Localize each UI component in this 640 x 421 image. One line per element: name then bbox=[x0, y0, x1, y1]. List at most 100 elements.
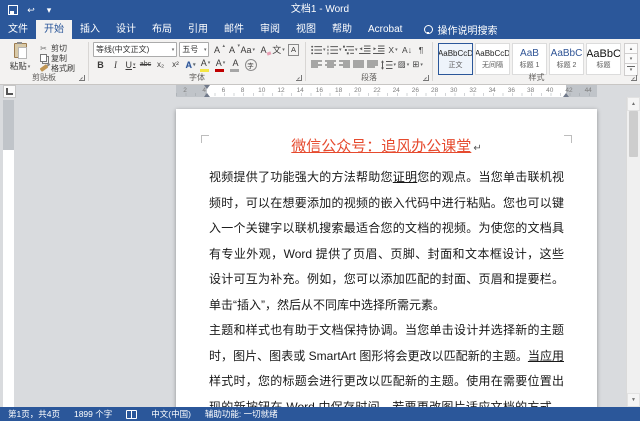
sort-button[interactable]: A↓ bbox=[401, 43, 414, 57]
style-item-正文[interactable]: AaBbCcD正文 bbox=[438, 43, 473, 75]
ruler-number: 10 bbox=[256, 87, 268, 94]
tab-设计[interactable]: 设计 bbox=[108, 20, 144, 39]
bold-button[interactable]: B bbox=[94, 58, 108, 72]
tab-开始[interactable]: 开始 bbox=[36, 20, 72, 39]
text-effects-button[interactable]: A bbox=[184, 58, 198, 72]
document-page[interactable]: 微信公众号：追风办公课堂↵ 视频提供了功能强大的方法帮助您证明您的观点。当您单击… bbox=[176, 109, 597, 407]
style-preview: AaBbC bbox=[586, 49, 621, 59]
tab-引用[interactable]: 引用 bbox=[180, 20, 216, 39]
ruler-number: 18 bbox=[333, 87, 345, 94]
subscript-button[interactable]: x₂ bbox=[154, 58, 168, 72]
align-right-button[interactable] bbox=[339, 58, 352, 72]
clear-formatting-button[interactable]: A bbox=[257, 43, 271, 57]
style-name: 标题 2 bbox=[557, 60, 577, 70]
scroll-down-button[interactable]: ▼ bbox=[627, 393, 640, 407]
strikethrough-button[interactable]: abc bbox=[139, 58, 153, 72]
character-shading-button[interactable]: A bbox=[229, 56, 243, 73]
horizontal-ruler[interactable]: 2468101214161820222426283032343638404244 bbox=[176, 85, 597, 97]
scroll-up-button[interactable]: ▲ bbox=[627, 97, 640, 111]
text-highlight-button[interactable]: A bbox=[199, 56, 213, 73]
ruler-number: 34 bbox=[486, 87, 498, 94]
font-color-button[interactable]: A bbox=[214, 56, 228, 73]
format-painter-button[interactable]: 格式刷 bbox=[37, 63, 77, 73]
clipboard-dialog-launcher[interactable] bbox=[79, 75, 85, 81]
vertical-ruler[interactable] bbox=[3, 100, 14, 407]
cut-button[interactable]: ✂剪切 bbox=[37, 43, 77, 53]
tab-帮助[interactable]: 帮助 bbox=[324, 20, 360, 39]
superscript-button[interactable]: x² bbox=[169, 58, 183, 72]
change-case-button[interactable]: Aa bbox=[240, 43, 256, 57]
enclose-characters-button[interactable]: 字 bbox=[244, 58, 258, 72]
qat-customize-button[interactable]: ▾ bbox=[44, 4, 54, 16]
borders-button[interactable]: ⊞ bbox=[411, 58, 424, 72]
style-item-标题[interactable]: AaBbC标题 bbox=[586, 43, 621, 75]
distribute-button[interactable] bbox=[367, 58, 380, 72]
styles-dialog-launcher[interactable] bbox=[631, 75, 637, 81]
ruler-number: 8 bbox=[237, 87, 249, 94]
phonetic-guide-button[interactable]: 文 bbox=[272, 43, 286, 57]
font-dialog-launcher[interactable] bbox=[296, 75, 302, 81]
proofing-icon[interactable] bbox=[126, 410, 137, 419]
word-count[interactable]: 1899 个字 bbox=[74, 408, 112, 420]
ribbon-tab-bar: 文件开始插入设计布局引用邮件审阅视图帮助Acrobat 操作说明搜索 bbox=[0, 20, 640, 39]
vertical-ruler-text-zone bbox=[3, 150, 14, 407]
status-bar: 第1页，共4页 1899 个字 中文(中国) 辅助功能: 一切就绪 bbox=[0, 407, 640, 421]
ruler-number: 26 bbox=[409, 87, 421, 94]
undo-button[interactable]: ↩ bbox=[26, 4, 36, 16]
tab-视图[interactable]: 视图 bbox=[288, 20, 324, 39]
vertical-scrollbar[interactable]: ▲ ▼ bbox=[626, 97, 640, 407]
tab-插入[interactable]: 插入 bbox=[72, 20, 108, 39]
font-size-combo[interactable]: 五号 bbox=[179, 42, 209, 57]
increase-indent-button[interactable] bbox=[373, 43, 386, 57]
accessibility-status[interactable]: 辅助功能: 一切就绪 bbox=[205, 408, 278, 420]
ruler-number: 32 bbox=[467, 87, 479, 94]
crop-mark-icon bbox=[564, 135, 572, 143]
multilevel-list-button[interactable] bbox=[343, 43, 358, 57]
font-name-combo[interactable]: 等线(中文正文) bbox=[93, 42, 177, 57]
character-border-button[interactable]: A bbox=[287, 43, 301, 57]
paragraph-dialog-launcher[interactable] bbox=[423, 75, 429, 81]
scrollbar-thumb[interactable] bbox=[629, 111, 638, 157]
tab-审阅[interactable]: 审阅 bbox=[252, 20, 288, 39]
grow-font-button[interactable]: A bbox=[210, 43, 224, 57]
styles-gallery: AaBbCcD正文AaBbCcD无间隔AaB标题 1AaBbC标题 2AaBbC… bbox=[438, 43, 623, 75]
tab-邮件[interactable]: 邮件 bbox=[216, 20, 252, 39]
ribbon: 粘贴 ✂剪切 复制 格式刷 剪贴板 等线(中文正文) 五号 A A Aa A 文… bbox=[0, 39, 640, 85]
first-line-indent-marker[interactable] bbox=[204, 85, 210, 89]
underlined-text: 当应用 bbox=[528, 349, 564, 363]
asian-layout-button[interactable]: X bbox=[387, 43, 400, 57]
document-text-area[interactable]: 微信公众号：追风办公课堂↵ 视频提供了功能强大的方法帮助您证明您的观点。当您单击… bbox=[209, 109, 564, 407]
shading-button[interactable]: ▨ bbox=[397, 58, 410, 72]
tab-Acrobat[interactable]: Acrobat bbox=[360, 20, 410, 39]
ribbon-tabs: 文件开始插入设计布局引用邮件审阅视图帮助Acrobat bbox=[0, 20, 410, 39]
paragraph-text: 您的观点。当您单击联机视频时，可以在想要添加的视频的嵌入代码中进行粘贴。您也可以… bbox=[209, 170, 564, 312]
align-left-button[interactable] bbox=[311, 58, 324, 72]
style-name: 标题 bbox=[597, 60, 611, 70]
paste-button[interactable]: 粘贴 bbox=[5, 43, 35, 74]
align-center-button[interactable] bbox=[325, 58, 338, 72]
copy-button[interactable]: 复制 bbox=[37, 53, 77, 63]
underlined-text: 证明 bbox=[393, 170, 418, 184]
style-item-标题 2[interactable]: AaBbC标题 2 bbox=[549, 43, 584, 75]
ruler-number: 6 bbox=[217, 87, 229, 94]
bullets-button[interactable] bbox=[311, 43, 326, 57]
numbering-button[interactable] bbox=[327, 43, 342, 57]
decrease-indent-button[interactable] bbox=[359, 43, 372, 57]
line-spacing-button[interactable] bbox=[381, 58, 397, 72]
tell-me-box[interactable]: 操作说明搜索 bbox=[424, 20, 497, 39]
paragraph-text: 样式时，您的标题会进行更改以匹配新的主题。使用在需要位置出现的新按钮在 Word… bbox=[209, 374, 564, 407]
save-button[interactable] bbox=[8, 4, 18, 16]
page-indicator[interactable]: 第1页，共4页 bbox=[8, 408, 60, 420]
language-indicator[interactable]: 中文(中国) bbox=[151, 408, 191, 420]
style-item-标题 1[interactable]: AaB标题 1 bbox=[512, 43, 547, 75]
tab-文件[interactable]: 文件 bbox=[0, 20, 36, 39]
tab-布局[interactable]: 布局 bbox=[144, 20, 180, 39]
shrink-font-button[interactable]: A bbox=[225, 43, 239, 57]
style-item-无间隔[interactable]: AaBbCcD无间隔 bbox=[475, 43, 510, 75]
save-icon bbox=[8, 5, 18, 15]
show-formatting-marks-button[interactable]: ¶ bbox=[415, 43, 428, 57]
justify-button[interactable] bbox=[353, 58, 366, 72]
italic-button[interactable]: I bbox=[109, 58, 123, 72]
underline-button[interactable]: U bbox=[124, 58, 138, 72]
window-title: 文档1 - Word bbox=[0, 0, 640, 20]
